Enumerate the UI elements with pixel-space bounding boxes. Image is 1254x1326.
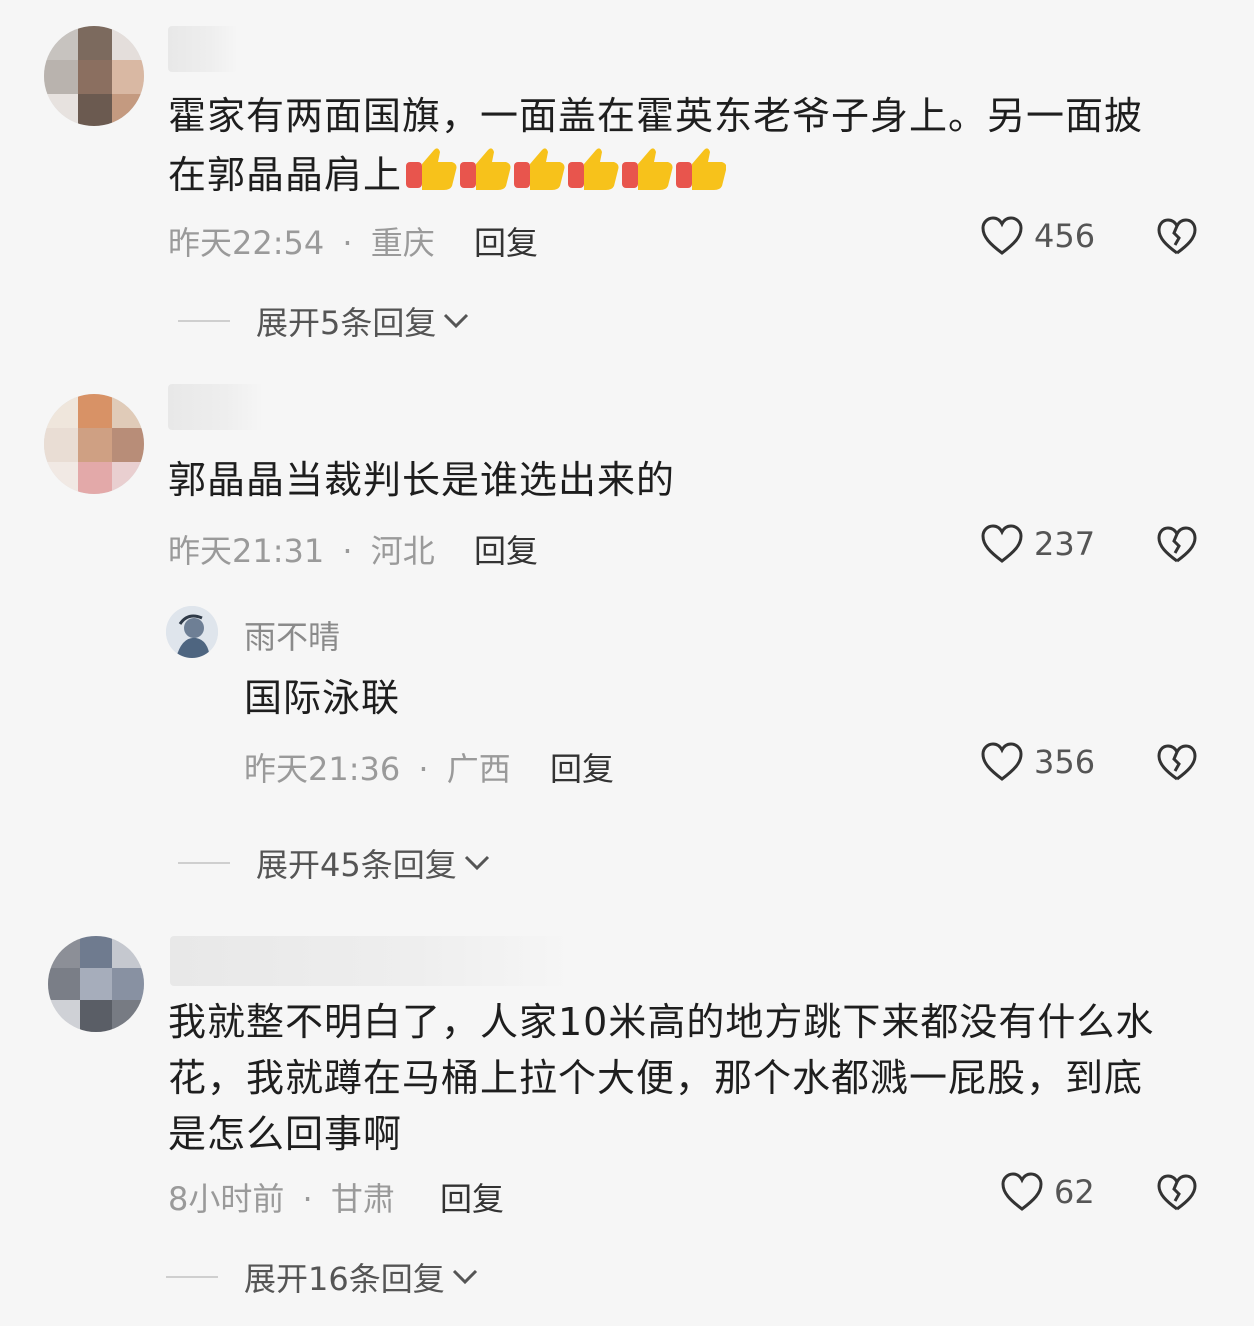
reply-button[interactable]: 回复 [440, 1174, 504, 1220]
comment-text: 霍家有两面国旗，一面盖在霍英东老爷子身上。另一面披 在郭晶晶肩上 [168, 88, 1208, 211]
reply-button[interactable]: 回复 [474, 526, 538, 572]
like-button[interactable]: 62 [1000, 1172, 1095, 1212]
like-button[interactable]: 356 [980, 742, 1095, 782]
chevron-down-icon [464, 855, 489, 871]
thumbs-up-icon [406, 148, 727, 190]
chevron-down-icon [444, 313, 469, 329]
avatar[interactable] [44, 26, 144, 126]
like-count: 456 [1034, 217, 1096, 255]
comment-text: 我就整不明白了，人家10米高的地方跳下来都没有什么水 花，我就蹲在马桶上拉个大便… [168, 1000, 1155, 1156]
expand-replies-button[interactable]: 展开5条回复 [178, 298, 470, 344]
broken-heart-icon[interactable] [1156, 526, 1198, 564]
broken-heart-icon[interactable] [1156, 1174, 1198, 1212]
reply-button[interactable]: 回复 [474, 218, 538, 264]
like-button[interactable]: 237 [980, 524, 1095, 564]
like-count: 62 [1054, 1173, 1095, 1211]
comment-meta: 昨天21:31 · 河北 [168, 532, 435, 570]
broken-heart-icon[interactable] [1156, 744, 1198, 782]
sub-reply-meta: 昨天21:36 · 广西 [244, 750, 511, 788]
heart-icon [1001, 1172, 1043, 1211]
heart-icon [981, 742, 1023, 781]
sub-reply-username[interactable]: 雨不晴 [244, 612, 340, 658]
username-blurred[interactable] [168, 26, 238, 72]
thumbs-up-emoji-group [404, 144, 727, 211]
avatar[interactable] [44, 394, 144, 494]
sub-reply-avatar[interactable] [166, 606, 218, 658]
comment-meta: 昨天22:54 · 重庆 [168, 224, 435, 262]
username-blurred[interactable] [170, 936, 574, 986]
like-count: 237 [1034, 525, 1096, 563]
like-count: 356 [1034, 743, 1096, 781]
expand-replies-button[interactable]: 展开16条回复 [166, 1254, 479, 1300]
like-button[interactable]: 456 [980, 216, 1095, 256]
comment-text: 郭晶晶当裁判长是谁选出来的 [168, 458, 676, 502]
sub-reply-text: 国际泳联 [244, 676, 401, 720]
comment-meta: 8小时前 · 甘肃 [168, 1180, 395, 1218]
username-blurred[interactable] [168, 384, 264, 430]
avatar[interactable] [48, 936, 144, 1032]
chevron-down-icon [452, 1269, 477, 1285]
broken-heart-icon[interactable] [1156, 218, 1198, 256]
reply-button[interactable]: 回复 [550, 744, 614, 790]
heart-icon [981, 524, 1023, 563]
expand-replies-button[interactable]: 展开45条回复 [178, 840, 491, 886]
heart-icon [981, 216, 1023, 255]
